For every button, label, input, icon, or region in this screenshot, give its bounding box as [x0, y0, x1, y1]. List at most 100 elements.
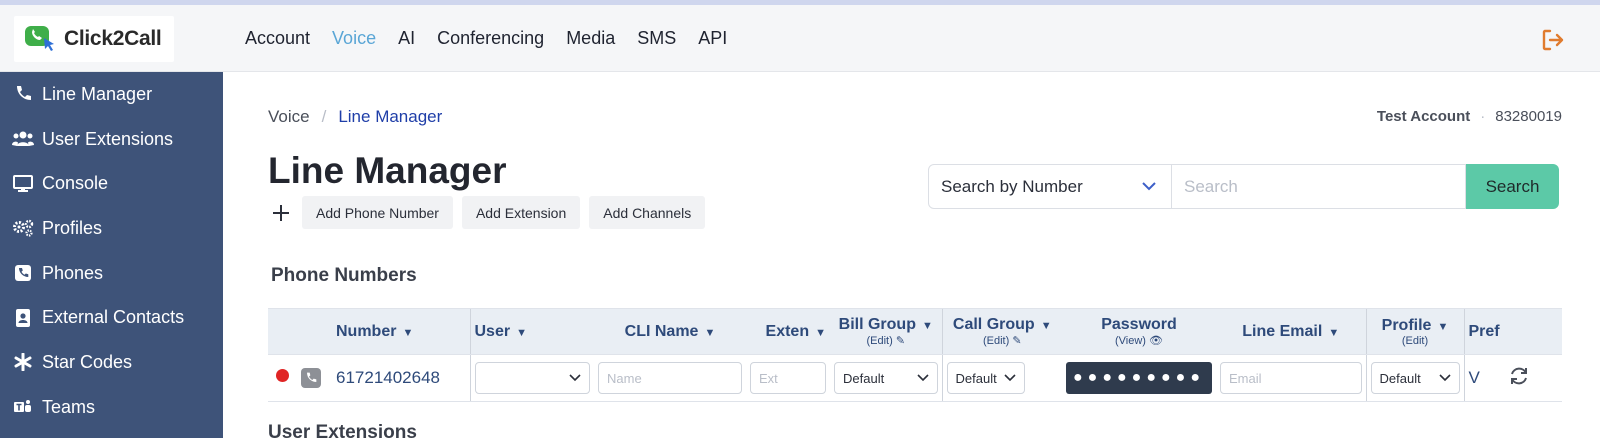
- logout-icon[interactable]: [1540, 27, 1566, 53]
- sidebar: Line Manager User Extensions Console Pro…: [0, 72, 223, 438]
- status-red-dot-icon: [276, 369, 289, 383]
- phone-numbers-table: Number ▼ User ▼ CLI Name ▼ Exten ▼ Bill Grou…: [268, 308, 1562, 402]
- pencil-icon: ✎: [1012, 335, 1022, 347]
- column-header-number[interactable]: Number ▼: [332, 308, 470, 355]
- breadcrumb-root[interactable]: Voice: [268, 107, 310, 127]
- phone-numbers-heading: Phone Numbers: [271, 265, 417, 286]
- column-header-user[interactable]: User ▼: [469, 308, 594, 355]
- add-extension-button[interactable]: Add Extension: [461, 196, 581, 229]
- column-header-exten[interactable]: Exten ▼: [746, 308, 830, 355]
- column-header-password: Password (View) 👁: [1062, 308, 1216, 355]
- table-row: 61721402648 Name Ext Default Default ●●●…: [268, 354, 1562, 402]
- bill-group-cell: Default: [830, 354, 942, 402]
- teams-icon: [12, 396, 34, 418]
- call-group-select[interactable]: Default: [946, 362, 1025, 394]
- status-cell: [268, 354, 332, 402]
- column-header-line-email[interactable]: Line Email ▼: [1216, 308, 1366, 355]
- sidebar-item-label: User Extensions: [42, 128, 174, 149]
- nav-account[interactable]: Account: [245, 28, 310, 49]
- view-password-link[interactable]: (View): [1115, 335, 1146, 347]
- monitor-icon: [12, 173, 34, 195]
- page-title: Line Manager: [268, 150, 507, 191]
- user-select[interactable]: [474, 362, 590, 394]
- refresh-icon[interactable]: [1508, 365, 1530, 387]
- nav-media[interactable]: Media: [566, 28, 615, 49]
- plus-icon[interactable]: [270, 202, 292, 224]
- account-number: 83280019: [1495, 108, 1562, 125]
- sidebar-item-star-codes[interactable]: Star Codes: [0, 340, 223, 385]
- sort-caret-icon: ▼: [1437, 320, 1449, 333]
- top-header: Click2Call Account Voice AI Conferencing…: [0, 5, 1600, 72]
- users-icon: [12, 128, 34, 150]
- bill-group-select[interactable]: Default: [834, 362, 938, 394]
- sidebar-item-label: Teams: [42, 396, 96, 417]
- table-header-row: Number ▼ User ▼ CLI Name ▼ Exten ▼ Bill Grou…: [268, 308, 1562, 355]
- nav-conferencing[interactable]: Conferencing: [437, 28, 544, 49]
- column-header-cli-name[interactable]: CLI Name ▼: [594, 308, 746, 355]
- user-cell: [469, 354, 594, 402]
- sidebar-item-external-contacts[interactable]: External Contacts: [0, 295, 223, 340]
- add-phone-number-button[interactable]: Add Phone Number: [302, 196, 453, 229]
- phone-number-cell[interactable]: 61721402648: [332, 354, 470, 402]
- sidebar-item-line-manager[interactable]: Line Manager: [0, 72, 223, 117]
- sidebar-item-teams[interactable]: Teams: [0, 385, 223, 430]
- add-channels-button[interactable]: Add Channels: [589, 196, 706, 229]
- sort-caret-icon: ▼: [815, 326, 826, 339]
- column-header-profile[interactable]: Profile ▼ (Edit): [1365, 308, 1464, 355]
- profile-select[interactable]: Default: [1370, 362, 1460, 394]
- search-bar: Search by Number Search: [928, 164, 1562, 209]
- eye-icon: 👁: [1149, 335, 1163, 347]
- sidebar-item-console[interactable]: Console: [0, 161, 223, 206]
- breadcrumb-separator: /: [321, 107, 327, 126]
- nav-api[interactable]: API: [698, 28, 727, 49]
- chevron-down-icon: [1003, 374, 1016, 382]
- refresh-cell: [1504, 354, 1562, 402]
- exten-cell: Ext: [746, 354, 830, 402]
- search-mode-select[interactable]: Search by Number: [928, 164, 1172, 209]
- nav-voice[interactable]: Voice: [332, 28, 376, 49]
- sort-caret-icon: ▼: [921, 320, 933, 332]
- cli-name-input[interactable]: Name: [598, 362, 742, 394]
- column-header-call-group[interactable]: Call Group ▼ (Edit) ✎: [941, 308, 1062, 355]
- account-separator: ·: [1480, 108, 1486, 125]
- sort-caret-icon: ▼: [402, 326, 414, 339]
- app-logo[interactable]: Click2Call: [14, 16, 174, 62]
- call-group-cell: Default: [941, 354, 1062, 402]
- search-button[interactable]: Search: [1466, 164, 1559, 209]
- chevron-down-icon: [569, 374, 581, 382]
- account-name: Test Account: [1376, 108, 1471, 125]
- contact-card-icon: [12, 307, 34, 329]
- chevron-down-icon: [1142, 182, 1156, 191]
- column-header-pref[interactable]: Pref: [1463, 308, 1504, 355]
- chevron-down-icon: [916, 374, 929, 382]
- sidebar-item-profiles[interactable]: Profiles: [0, 206, 223, 251]
- search-input[interactable]: [1172, 164, 1466, 209]
- pref-cell[interactable]: V: [1463, 354, 1504, 402]
- email-input[interactable]: Email: [1220, 362, 1362, 394]
- phone-badge-icon[interactable]: [301, 368, 322, 388]
- chevron-down-icon: [1438, 374, 1451, 382]
- edit-profile-link[interactable]: (Edit): [1371, 335, 1460, 347]
- sort-caret-icon: ▼: [704, 326, 716, 339]
- asterisk-icon: [12, 351, 34, 373]
- account-info: Test Account · 83280019: [1377, 108, 1562, 125]
- phone-square-icon: [12, 262, 34, 284]
- nav-sms[interactable]: SMS: [637, 28, 676, 49]
- sidebar-item-user-extensions[interactable]: User Extensions: [0, 117, 223, 162]
- logo-text: Click2Call: [64, 27, 162, 50]
- main-content: Voice / Line Manager Test Account · 8328…: [223, 72, 1600, 443]
- breadcrumb-current[interactable]: Line Manager: [338, 107, 442, 127]
- sort-caret-icon: ▼: [1328, 326, 1340, 339]
- password-mask[interactable]: ●●●●●●●●●: [1066, 362, 1212, 394]
- sidebar-item-label: Phones: [42, 262, 104, 283]
- phone-icon: [12, 83, 34, 105]
- sidebar-item-label: Line Manager: [42, 83, 153, 104]
- ext-input[interactable]: Ext: [750, 362, 826, 394]
- edit-bill-group-link[interactable]: (Edit): [866, 335, 892, 347]
- sidebar-item-phones[interactable]: Phones: [0, 251, 223, 296]
- user-extensions-heading: User Extensions: [268, 422, 417, 443]
- line-email-cell: Email: [1216, 354, 1366, 402]
- nav-ai[interactable]: AI: [398, 28, 415, 49]
- column-header-bill-group[interactable]: Bill Group ▼ (Edit) ✎: [830, 308, 942, 355]
- edit-call-group-link[interactable]: (Edit): [983, 335, 1009, 347]
